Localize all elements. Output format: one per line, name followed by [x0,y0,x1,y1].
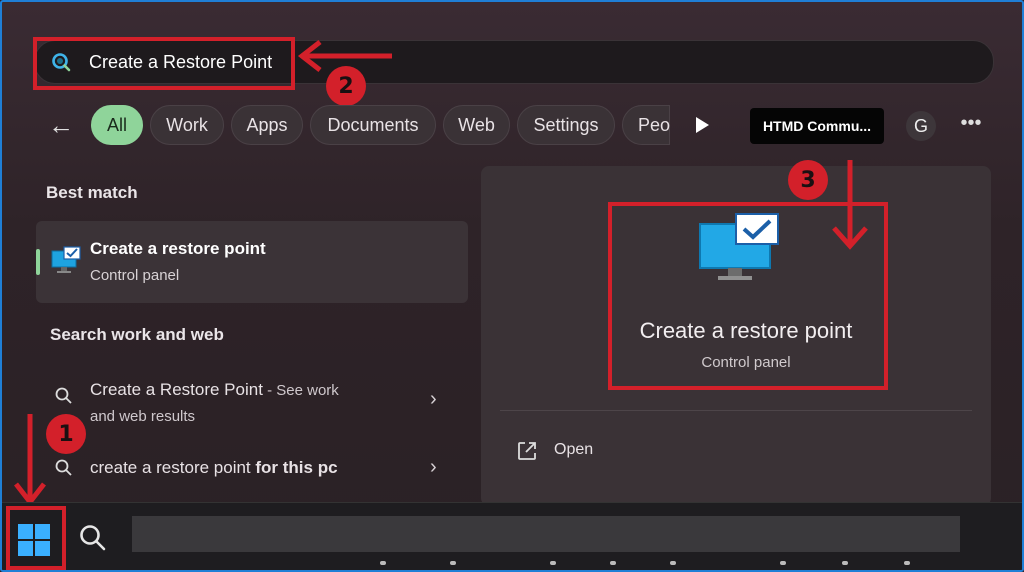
details-divider [500,410,972,411]
filter-chip-all[interactable]: All [91,105,143,145]
annotation-number-1: 1 [46,414,86,454]
search-icon [55,387,72,404]
filter-chip-people[interactable]: Peo [622,105,670,145]
taskbar-app-indicator [780,561,786,565]
taskbar-app-indicator [610,561,616,565]
annotation-box-start [6,506,66,570]
best-match-item[interactable]: Create a restore point Control panel [36,221,468,303]
filter-chip-documents[interactable]: Documents [310,105,436,145]
taskbar-app-indicator [380,561,386,565]
web-result-1-text: Create a Restore Point - See work [90,380,339,400]
selection-indicator [36,249,40,275]
web-result-2-text: create a restore point for this pc [90,458,338,478]
web-result-1[interactable]: Create a Restore Point - See work and we… [36,372,468,432]
more-options-icon[interactable]: ••• [958,112,984,138]
avatar[interactable]: G [906,111,936,141]
filter-chip-apps[interactable]: Apps [231,105,303,145]
restore-point-icon [51,246,81,273]
taskbar-search-icon[interactable] [78,523,108,553]
annotation-number-2: 2 [326,66,366,106]
filter-chip-web[interactable]: Web [443,105,510,145]
account-label[interactable]: HTMD Commu... [750,108,884,144]
chevron-right-icon: › [430,456,437,478]
taskbar-app-indicator [550,561,556,565]
taskbar-app-indicator [904,561,910,565]
taskbar-app-indicator [450,561,456,565]
annotation-box-search [33,37,295,90]
filter-chip-work[interactable]: Work [150,105,224,145]
open-action[interactable]: Open [554,441,593,459]
best-match-subtitle: Control panel [90,267,180,284]
annotation-arrow-down-3 [832,160,868,250]
filter-chip-settings[interactable]: Settings [517,105,615,145]
taskbar-app-indicator [670,561,676,565]
search-icon [55,459,72,476]
open-external-icon [518,442,536,460]
chevron-right-icon: › [430,388,437,410]
taskbar-app-indicator [842,561,848,565]
web-result-1-title: Create a Restore Point [90,380,263,399]
best-match-heading: Best match [46,183,138,202]
search-work-web-heading: Search work and web [50,325,224,344]
web-result-2-prefix: create a restore point [90,458,256,477]
web-result-1-line2: and web results [90,408,196,425]
taskbar-search-field[interactable] [132,516,960,552]
back-arrow-icon[interactable]: ← [48,112,78,140]
scroll-right-icon[interactable] [692,114,712,136]
start-menu-screenshot: 2 ← All Work Apps Documents Web Settings… [0,0,1024,572]
annotation-arrow-down [14,414,46,507]
annotation-number-3: 3 [788,160,828,200]
web-result-2[interactable]: create a restore point for this pc › [36,448,468,488]
best-match-title: Create a restore point [90,239,266,258]
web-result-2-bold: for this pc [255,458,338,477]
web-result-1-suffix: - See work [262,382,339,399]
